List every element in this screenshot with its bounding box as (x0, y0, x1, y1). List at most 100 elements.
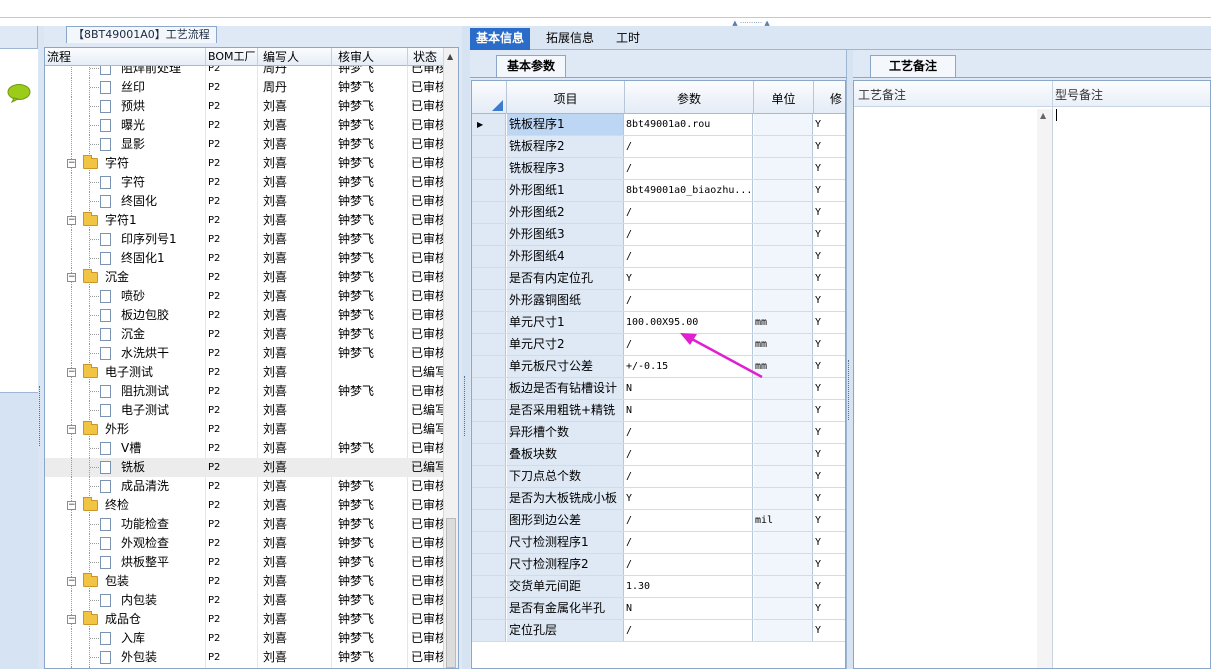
params-row[interactable]: 外形图纸1 8bt49001a0_biaozhu... Y (472, 180, 845, 202)
tree-row[interactable]: − 电子测试 P2 刘喜 已编写 (45, 363, 443, 382)
param-value[interactable]: 8bt49001a0_biaozhu... (625, 180, 753, 201)
tree-row[interactable]: 电子测试 P2 刘喜 已编写 (45, 401, 443, 420)
param-value[interactable]: 1.30 (625, 576, 753, 597)
param-mod[interactable]: Y (814, 202, 845, 223)
params-row[interactable]: 是否为大板铣成小板 Y Y (472, 488, 845, 510)
row-selector[interactable] (472, 488, 506, 509)
params-row[interactable]: 外形图纸4/ Y (472, 246, 845, 268)
params-row[interactable]: 板边是否有钻槽设计 N Y (472, 378, 845, 400)
param-value[interactable]: Y (625, 268, 753, 289)
collapse-icon[interactable]: − (67, 577, 76, 586)
param-value[interactable]: / (625, 422, 753, 443)
param-value[interactable]: / (625, 158, 753, 179)
row-selector[interactable] (472, 290, 506, 311)
param-unit[interactable] (754, 576, 813, 597)
row-selector[interactable] (472, 576, 506, 597)
tree-row[interactable]: 阻焊前处理 P2 周丹 钟梦飞 已审核 (45, 66, 443, 78)
param-mod[interactable]: Y (814, 312, 845, 333)
chat-bubble-icon[interactable] (6, 83, 32, 103)
params-row[interactable]: 外形图纸3/ Y (472, 224, 845, 246)
row-selector[interactable] (472, 378, 506, 399)
tree-row[interactable]: 阻抗测试 P2 刘喜 钟梦飞 已审核 (45, 382, 443, 401)
row-selector[interactable] (472, 510, 506, 531)
select-all-corner-icon[interactable] (492, 100, 503, 111)
col-reviewer-header[interactable]: 核审人 (338, 49, 374, 65)
tab-process-notes[interactable]: 工艺备注 (870, 55, 957, 78)
param-unit[interactable] (754, 202, 813, 223)
params-row[interactable]: 交货单元间距 1.30 Y (472, 576, 845, 598)
param-value[interactable]: / (625, 620, 753, 641)
row-selector[interactable] (472, 400, 506, 421)
param-unit[interactable] (754, 554, 813, 575)
param-value[interactable]: / (625, 334, 753, 355)
params-row[interactable]: 铣板程序2/ Y (472, 136, 845, 158)
tree-row[interactable]: 丝印 P2 周丹 钟梦飞 已审核 (45, 78, 443, 97)
tree-row[interactable]: − 沉金 P2 刘喜 钟梦飞 已审核 (45, 268, 443, 287)
col-bom-header[interactable]: BOM工厂 (208, 49, 256, 65)
scroll-up-icon[interactable]: ▲ (1040, 111, 1046, 120)
params-row[interactable]: 定位孔层 / Y (472, 620, 845, 642)
row-selector[interactable] (472, 620, 506, 641)
param-mod[interactable]: Y (814, 180, 845, 201)
param-mod[interactable]: Y (814, 598, 845, 619)
collapse-icon[interactable]: − (67, 425, 76, 434)
param-mod[interactable]: Y (814, 158, 845, 179)
param-value[interactable]: / (625, 224, 753, 245)
tree-row[interactable]: V槽 P2 刘喜 钟梦飞 已审核 (45, 439, 443, 458)
params-row[interactable]: 铣板程序3/ Y (472, 158, 845, 180)
tree-row[interactable]: − 成品仓 P2 刘喜 钟梦飞 已审核 (45, 610, 443, 629)
params-row[interactable]: 尺寸检测程序1/ Y (472, 532, 845, 554)
param-mod[interactable]: Y (814, 246, 845, 267)
param-value[interactable]: / (625, 532, 753, 553)
param-unit[interactable]: mm (754, 312, 813, 333)
collapse-icon[interactable]: − (67, 216, 76, 225)
param-value[interactable]: / (625, 510, 753, 531)
param-mod[interactable]: Y (814, 378, 845, 399)
params-row[interactable]: 图形到边公差 / mil Y (472, 510, 845, 532)
param-value[interactable]: / (625, 290, 753, 311)
param-mod[interactable]: Y (814, 510, 845, 531)
params-row[interactable]: 单元尺寸2/mm Y (472, 334, 845, 356)
param-mod[interactable]: Y (814, 532, 845, 553)
tree-row[interactable]: − 包装 P2 刘喜 钟梦飞 已审核 (45, 572, 443, 591)
param-unit[interactable] (754, 466, 813, 487)
param-value[interactable]: / (625, 444, 753, 465)
param-unit[interactable] (754, 136, 813, 157)
tree-row[interactable]: 入库 P2 刘喜 钟梦飞 已审核 (45, 629, 443, 648)
params-row[interactable]: 异形槽个数 / Y (472, 422, 845, 444)
param-mod[interactable]: Y (814, 576, 845, 597)
param-mod[interactable]: Y (814, 466, 845, 487)
row-selector[interactable] (472, 532, 506, 553)
param-mod[interactable]: Y (814, 114, 845, 135)
tree-row[interactable]: 烘板整平 P2 刘喜 钟梦飞 已审核 (45, 553, 443, 572)
tree-row[interactable]: 终固化1 P2 刘喜 钟梦飞 已审核 (45, 249, 443, 268)
tree-row[interactable]: 预烘 P2 刘喜 钟梦飞 已审核 (45, 97, 443, 116)
row-selector[interactable]: ▶ (472, 114, 506, 135)
param-value[interactable]: N (625, 598, 753, 619)
tree-row[interactable]: 曝光 P2 刘喜 钟梦飞 已审核 (45, 116, 443, 135)
row-selector[interactable] (472, 180, 506, 201)
param-unit[interactable]: mil (754, 510, 813, 531)
tree-scrollbar[interactable]: ▲ (443, 48, 458, 668)
params-row[interactable]: 是否采用粗铣+精铣 N Y (472, 400, 845, 422)
param-unit[interactable] (754, 180, 813, 201)
param-mod[interactable]: Y (814, 356, 845, 377)
param-value[interactable]: N (625, 378, 753, 399)
param-mod[interactable]: Y (814, 334, 845, 355)
row-selector[interactable] (472, 268, 506, 289)
param-value[interactable]: 8bt49001a0.rou (625, 114, 753, 135)
col-writer-header[interactable]: 编写人 (263, 49, 299, 65)
process-note-scrollbar[interactable]: ▲ (1037, 109, 1052, 668)
row-selector[interactable] (472, 202, 506, 223)
tree-row[interactable]: 外观检查 P2 刘喜 钟梦飞 已审核 (45, 534, 443, 553)
row-selector[interactable] (472, 466, 506, 487)
tree-row[interactable]: 字符 P2 刘喜 钟梦飞 已审核 (45, 173, 443, 192)
param-unit[interactable] (754, 268, 813, 289)
tree-row[interactable]: 外包装 P2 刘喜 钟梦飞 已审核 (45, 648, 443, 667)
col-unit-header[interactable]: 单位 (754, 90, 813, 107)
param-unit[interactable]: mm (754, 334, 813, 355)
tab-extended-info[interactable]: 拓展信息 (540, 28, 600, 50)
tab-basic-params[interactable]: 基本参数 (496, 55, 567, 78)
tree-row[interactable]: 内包装 P2 刘喜 钟梦飞 已审核 (45, 591, 443, 610)
row-selector[interactable] (472, 246, 506, 267)
